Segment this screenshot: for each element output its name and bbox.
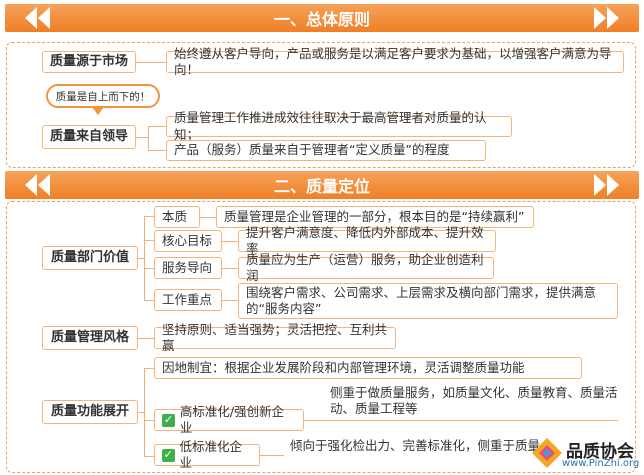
connector	[138, 338, 154, 339]
value-row-desc: 提升客户满意度、降低内外部成本、提升效率	[238, 225, 496, 256]
connector	[144, 456, 154, 457]
connector	[222, 241, 238, 242]
leader-item-1: 质量管理工作推进成效往往取决于最高管理者对质量的认知；	[166, 110, 512, 142]
function-adapt-box: 因地制宜：根据企业发展阶段和内部管理环境，灵活调整质量功能	[154, 357, 582, 379]
connector	[144, 240, 154, 241]
style-desc: 坚持原则、适当强势；灵活把控、互利共赢	[162, 321, 388, 353]
market-desc-box: 始终遵从客户导向，产品或服务是以满足客户要求为基础，以增强客户满意为导向！	[166, 46, 624, 77]
chevron-left-icon	[25, 174, 37, 196]
value-row-desc-text: 质量应为生产（运营）服务，助企业创造利润	[246, 251, 484, 283]
bubble-tail-icon	[92, 107, 104, 115]
leader-key-box: 质量来自领导	[42, 125, 136, 149]
value-row-desc-text: 质量管理是企业管理的一部分，根本目的是“持续赢利”	[224, 208, 525, 224]
connector	[200, 217, 216, 218]
function-adapt-text: 因地制宜：根据企业发展阶段和内部管理环境，灵活调整质量功能	[162, 359, 525, 375]
checkmark-icon: ✓	[162, 447, 175, 462]
function-key-label: 质量功能展开	[50, 403, 129, 419]
market-desc: 始终遵从客户导向，产品或服务是以满足客户要求为基础，以增强客户满意为导向！	[174, 45, 612, 77]
function-low-label: ✓ 低标准化企业	[154, 439, 260, 470]
connector	[148, 126, 149, 150]
connector	[222, 268, 238, 269]
chevron-left-icon	[25, 7, 37, 29]
chevron-right-icon	[594, 174, 606, 196]
value-row-label: 工作重点	[154, 289, 222, 311]
value-row-desc: 质量应为生产（运营）服务，助企业创造利润	[238, 252, 494, 283]
connector	[260, 455, 284, 456]
value-row-label: 本质	[154, 206, 200, 228]
connector	[144, 368, 154, 369]
function-low-desc-text: 倾向于强化检出力、完善标准化，侧重于质量	[290, 438, 541, 453]
function-high-desc: 侧重于做质量服务，如质量文化、质量教育、质量活动、质量工程等	[320, 385, 620, 417]
market-key-label: 质量源于市场	[49, 53, 128, 69]
connector	[136, 137, 148, 138]
watermark-url: www.PinZhi.org	[562, 458, 639, 469]
connector	[148, 150, 166, 151]
section2-title: 二、质量定位	[273, 177, 370, 196]
connector	[144, 268, 154, 269]
style-desc-box: 坚持原则、适当强势；灵活把控、互利共赢	[154, 322, 396, 353]
connector	[304, 420, 318, 421]
watermark-url-text: www.PinZhi.org	[562, 458, 640, 469]
leader-item-1-text: 质量管理工作推进成效往往取决于最高管理者对质量的认知；	[174, 110, 487, 142]
chevron-right-icon	[607, 174, 619, 196]
value-row-label: 服务导向	[154, 257, 222, 279]
connector	[148, 126, 166, 127]
connector	[222, 300, 238, 301]
value-row-label-text: 服务导向	[162, 259, 213, 275]
style-key-box: 质量管理风格	[42, 326, 138, 350]
connector	[144, 216, 145, 300]
leader-item-2-text: 产品（服务）质量来自于管理者“定义质量”的程度	[174, 142, 450, 158]
value-row-label: 核心目标	[154, 230, 222, 252]
checkmark-icon: ✓	[162, 412, 175, 427]
section1-title: 一、总体原则	[273, 10, 370, 29]
connector	[144, 216, 154, 217]
function-high-label: ✓ 高标准化/强创新企业	[154, 404, 304, 435]
connector	[144, 368, 145, 456]
leader-key-label: 质量来自领导	[49, 128, 128, 144]
chevron-right-icon	[594, 7, 606, 29]
speech-bubble: 质量是自上而下的！	[46, 84, 160, 108]
chevron-right-icon	[607, 7, 619, 29]
value-key-label: 质量部门价值	[50, 249, 129, 265]
function-high-label-text: 高标准化/强创新企业	[179, 403, 285, 435]
value-key-box: 质量部门价值	[42, 246, 138, 270]
section1-banner: 一、总体原则	[5, 4, 639, 32]
connector	[144, 300, 154, 301]
leader-item-2: 产品（服务）质量来自于管理者“定义质量”的程度	[166, 140, 486, 161]
section2-banner: 二、质量定位	[5, 171, 639, 199]
function-key-box: 质量功能展开	[42, 400, 138, 424]
value-row-label-text: 核心目标	[162, 232, 213, 248]
value-row-desc: 围绕客户需求、公司需求、上层需求及横向部门需求，提供满意的“服务内容”	[238, 283, 618, 319]
chevron-left-icon	[38, 7, 50, 29]
style-key-label: 质量管理风格	[50, 329, 129, 345]
function-low-label-text: 低标准化企业	[179, 438, 243, 470]
chevron-left-icon	[38, 174, 50, 196]
value-row-label-text: 工作重点	[162, 291, 213, 307]
connector	[318, 420, 618, 421]
bubble-text: 质量是自上而下的！	[55, 90, 151, 103]
value-row-desc-text: 围绕客户需求、公司需求、上层需求及横向部门需求，提供满意的“服务内容”	[246, 284, 597, 316]
pinzhi-logo-icon	[532, 438, 562, 468]
connector	[144, 420, 154, 421]
connector	[136, 62, 166, 63]
value-row-label-text: 本质	[162, 208, 188, 224]
function-high-desc-text: 侧重于做质量服务，如质量文化、质量教育、质量活动、质量工程等	[330, 385, 618, 416]
market-key-box: 质量源于市场	[42, 51, 136, 73]
function-low-desc: 倾向于强化检出力、完善标准化，侧重于质量	[284, 438, 544, 454]
